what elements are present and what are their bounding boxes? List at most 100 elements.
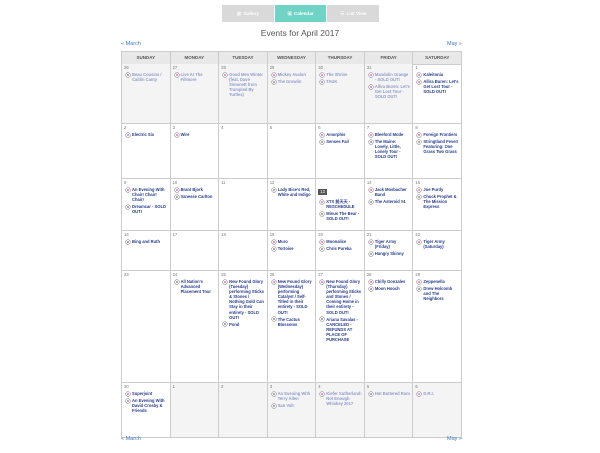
event-link[interactable]: D.R.I.: [417, 391, 459, 396]
event-link[interactable]: Tiger Army (Friday): [368, 239, 411, 249]
event-category-dot-icon: [320, 391, 325, 396]
event-link[interactable]: Chris Pureka: [320, 246, 362, 251]
event-link[interactable]: Live At The Fillmore: [174, 72, 217, 82]
day-cell: 16 Bing and Ruth: [122, 231, 171, 271]
event-link[interactable]: The Maine: Lovely, Little, Lonely Tour -…: [368, 139, 411, 159]
event-category-dot-icon: [126, 72, 130, 77]
day-number: 25: [221, 272, 226, 277]
event-link[interactable]: New Found Glory (Thursday) performing St…: [320, 279, 362, 315]
event-category-dot-icon: [417, 286, 422, 291]
day-cell: 14 Jack Mosbacher Band The Asteroid #4: [364, 179, 414, 231]
event-link[interactable]: Foreign Frontiers: [417, 132, 459, 137]
event-link[interactable]: Senses Fail: [320, 139, 362, 144]
day-cell: 1 Kaleitonia Allira Buren: Let's Get Lost …: [413, 64, 462, 124]
event-link[interactable]: Allira Buren: Let's Get Lost Tour - SOLD…: [417, 79, 459, 94]
event-category-dot-icon: [368, 84, 373, 89]
event-link[interactable]: Brant Bjork: [174, 187, 217, 192]
event-link[interactable]: The Cactus Blossoms: [271, 317, 314, 327]
day-cell: 2 Electric Six: [122, 124, 171, 179]
event-link[interactable]: Mandolin Orange - SOLD OUT!: [368, 72, 411, 82]
event-title: Vanesse Carlton: [180, 194, 213, 200]
event-link[interactable]: Good Men Winter (feat. Dave Simonett fro…: [223, 72, 265, 97]
day-cell: 25 New Found Glory (Tuesday) performing S…: [219, 271, 268, 383]
event-link[interactable]: Ariana Savalas - CANCELED - REFUNDS AT P…: [320, 317, 362, 342]
event-link[interactable]: Superjoint: [126, 391, 168, 396]
event-link[interactable]: All Nation's Advanced Placement Tour: [174, 279, 217, 294]
event-link[interactable]: Tiger Army (Saturday): [417, 239, 459, 249]
event-title: Muro: [277, 239, 288, 244]
event-link[interactable]: Joe Purdy: [417, 187, 459, 192]
day-number: 2: [124, 125, 127, 130]
event-link[interactable]: Chilly Gonzales: [368, 279, 411, 284]
event-link[interactable]: An Evening With David Crosby & Friends: [126, 398, 168, 413]
event-link[interactable]: Chuck Prophet & The Mission Express: [417, 194, 459, 209]
tab-calendar[interactable]: ▣ Calendar: [274, 5, 327, 22]
event-title: Electric Six: [132, 132, 155, 137]
event-category-dot-icon: [368, 251, 373, 256]
event-link[interactable]: Muro: [271, 239, 314, 244]
event-link[interactable]: Kiefer Sutherland: Not Enough Whiskey 20…: [320, 391, 362, 406]
event-category-dot-icon: [417, 391, 422, 396]
event-link[interactable]: Mickey Avalon: [271, 72, 314, 77]
event-link[interactable]: Zeppenella: [417, 279, 459, 284]
event-link[interactable]: The Growlin: [271, 79, 314, 84]
event-title: Ariana Savalas - CANCELED - REFUNDS AT P…: [326, 316, 358, 343]
next-month-link-bottom[interactable]: May »: [447, 436, 462, 442]
event-link[interactable]: Jack Mosbacher Band: [368, 187, 411, 197]
tab-gallery[interactable]: ▦ Gallery: [222, 5, 274, 22]
event-category-dot-icon: [126, 204, 130, 209]
day-number: 5: [269, 125, 273, 130]
event-link[interactable]: Dreamcar - SOLD OUT!: [126, 204, 168, 214]
event-link[interactable]: Bing and Ruth: [126, 239, 168, 244]
event-link[interactable]: Amorphis: [320, 132, 362, 137]
event-link[interactable]: Pond: [223, 322, 265, 327]
event-category-dot-icon: [417, 79, 422, 84]
event-link[interactable]: Bleeford Mode: [368, 132, 411, 137]
event-link[interactable]: San Volt: [271, 403, 314, 408]
tab-list-view[interactable]: ☰ List View: [327, 5, 380, 22]
event-link[interactable]: Hungry Skinny: [368, 251, 411, 256]
event-link[interactable]: Kaleitonia: [417, 72, 459, 77]
event-link[interactable]: Electric Six: [126, 132, 168, 137]
event-link[interactable]: Vanesse Carlton: [174, 194, 217, 200]
day-cell: 19 Muro Tortoise: [267, 231, 317, 271]
day-cell: 3 Wire: [170, 124, 220, 179]
event-link[interactable]: XTX 前天天 - RESCHEDULE: [320, 199, 362, 209]
event-link[interactable]: Wire: [174, 132, 217, 137]
prev-month-link-bottom[interactable]: « March: [121, 436, 141, 442]
event-link[interactable]: Moonalice: [320, 239, 362, 244]
event-title: Hot Buttered Rum: [374, 391, 410, 396]
event-link[interactable]: Hot Buttered Rum: [368, 391, 411, 396]
event-link[interactable]: New Found Glory (Wednesday) performing C…: [271, 279, 314, 315]
event-title: Moon Hooch: [374, 286, 400, 292]
prev-month-link[interactable]: « March: [121, 41, 141, 47]
event-title: Kaleitonia: [423, 72, 443, 77]
day-number: 28: [221, 65, 226, 70]
event-link[interactable]: An Evening With Terry Allen: [271, 391, 314, 401]
event-category-dot-icon: [320, 211, 325, 216]
event-link[interactable]: An Evening With Chair! Chair! Chair!: [126, 187, 168, 202]
day-number: 24: [172, 272, 178, 277]
week-row: 16 Bing and Ruth 17 18 19 Muro Tortoise 20 Moona…: [122, 231, 462, 271]
day-number: 26: [269, 272, 275, 277]
event-link[interactable]: Allira Buren: Let's Get Lost Tour - SOLD…: [368, 84, 411, 99]
event-category-dot-icon: [320, 246, 325, 251]
event-link[interactable]: Drew Holcomb and The Neighbors: [417, 286, 459, 301]
event-link[interactable]: Beau Cousins / Caitlin Canty: [126, 72, 168, 82]
event-link[interactable]: New Found Glory (Tuesday) performing Sti…: [223, 279, 265, 320]
event-link[interactable]: Minus The Bear - SOLD OUT!: [320, 211, 362, 221]
event-link[interactable]: Moon Hooch: [368, 286, 411, 292]
event-link[interactable]: Stringtland Fever! Featuring: One Grass …: [417, 139, 459, 154]
day-cell: 12 Lady Bice's Red, White and Indigo: [267, 179, 317, 231]
day-cell: 5: [267, 124, 317, 179]
event-link[interactable]: Lady Bice's Red, White and Indigo: [271, 187, 314, 197]
event-title: TAUK: [326, 79, 338, 85]
event-link[interactable]: The Shrine: [320, 72, 362, 77]
event-link[interactable]: TAUK: [320, 79, 362, 84]
day-number: 20: [318, 232, 323, 237]
day-cell: 22 Tiger Army (Saturday): [413, 231, 462, 271]
event-link[interactable]: The Asteroid #4: [368, 199, 411, 204]
next-month-link[interactable]: May »: [447, 41, 462, 47]
event-category-dot-icon: [417, 187, 422, 192]
event-link[interactable]: Tortoise: [271, 246, 314, 251]
